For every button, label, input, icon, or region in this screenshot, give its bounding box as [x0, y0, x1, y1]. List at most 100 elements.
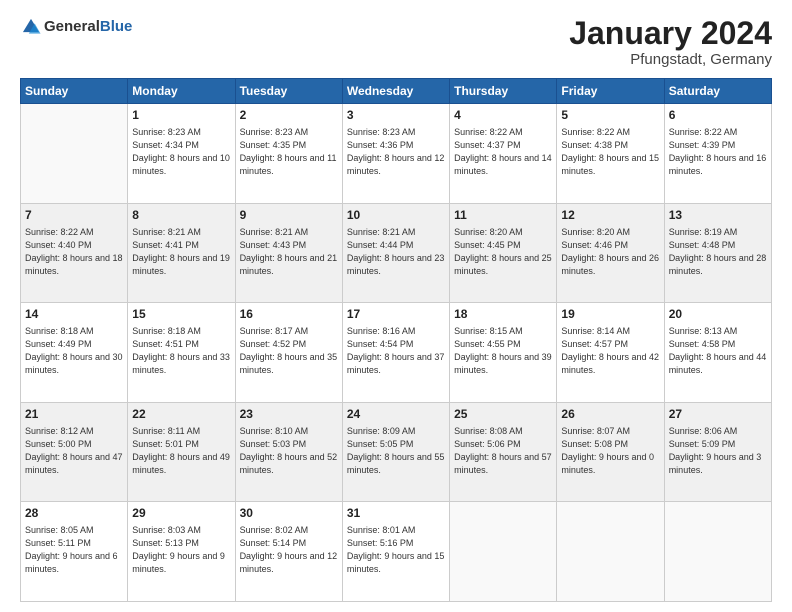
day-info: Sunrise: 8:15 AM Sunset: 4:55 PM Dayligh… [454, 325, 552, 377]
calendar-cell [557, 502, 664, 602]
day-info: Sunrise: 8:07 AM Sunset: 5:08 PM Dayligh… [561, 425, 659, 477]
day-number: 15 [132, 306, 230, 323]
day-number: 27 [669, 406, 767, 423]
day-number: 26 [561, 406, 659, 423]
day-info: Sunrise: 8:01 AM Sunset: 5:16 PM Dayligh… [347, 524, 445, 576]
day-info: Sunrise: 8:13 AM Sunset: 4:58 PM Dayligh… [669, 325, 767, 377]
day-number: 7 [25, 207, 123, 224]
day-number: 12 [561, 207, 659, 224]
calendar-cell: 29Sunrise: 8:03 AM Sunset: 5:13 PM Dayli… [128, 502, 235, 602]
day-info: Sunrise: 8:08 AM Sunset: 5:06 PM Dayligh… [454, 425, 552, 477]
day-info: Sunrise: 8:21 AM Sunset: 4:41 PM Dayligh… [132, 226, 230, 278]
calendar-cell: 5 Sunrise: 8:22 AM Sunset: 4:38 PM Daylig… [557, 104, 664, 204]
day-number: 24 [347, 406, 445, 423]
weekday-header-cell: Sunday [21, 79, 128, 104]
day-info: Sunrise: 8:22 AM Sunset: 4:39 PM Dayligh… [669, 126, 767, 178]
day-number: 1 [132, 107, 230, 124]
day-info: Sunrise: 8:22 AM Sunset: 4:37 PM Dayligh… [454, 126, 552, 178]
day-info: Sunrise: 8:10 AM Sunset: 5:03 PM Dayligh… [240, 425, 338, 477]
day-number: 20 [669, 306, 767, 323]
day-info: Sunrise: 8:23 AM Sunset: 4:35 PM Dayligh… [240, 126, 338, 178]
day-number: 16 [240, 306, 338, 323]
calendar-week-row: 21Sunrise: 8:12 AM Sunset: 5:00 PM Dayli… [21, 402, 772, 502]
title-block: January 2024 Pfungstadt, Germany [569, 16, 772, 68]
calendar-cell: 17 Sunrise: 8:16 AM Sunset: 4:54 PM Dayli… [342, 303, 449, 403]
day-number: 5 [561, 107, 659, 124]
calendar-cell: 27 Sunrise: 8:06 AM Sunset: 5:09 PM Dayli… [664, 402, 771, 502]
logo-general: General [44, 18, 100, 35]
weekday-header-cell: Friday [557, 79, 664, 104]
day-info: Sunrise: 8:09 AM Sunset: 5:05 PM Dayligh… [347, 425, 445, 477]
calendar-cell: 31 Sunrise: 8:01 AM Sunset: 5:16 PM Dayli… [342, 502, 449, 602]
calendar-cell: 7 Sunrise: 8:22 AM Sunset: 4:40 PM Daylig… [21, 203, 128, 303]
day-info: Sunrise: 8:20 AM Sunset: 4:46 PM Dayligh… [561, 226, 659, 278]
calendar-cell: 19 Sunrise: 8:14 AM Sunset: 4:57 PM Dayli… [557, 303, 664, 403]
calendar-week-row: 14 Sunrise: 8:18 AM Sunset: 4:49 PM Dayli… [21, 303, 772, 403]
day-number: 18 [454, 306, 552, 323]
day-info: Sunrise: 8:20 AM Sunset: 4:45 PM Dayligh… [454, 226, 552, 278]
day-number: 4 [454, 107, 552, 124]
logo-blue: Blue [100, 18, 133, 35]
day-info: Sunrise: 8:16 AM Sunset: 4:54 PM Dayligh… [347, 325, 445, 377]
day-info: Sunrise: 8:03 AM Sunset: 5:13 PM Dayligh… [132, 524, 230, 576]
month-title: January 2024 [569, 16, 772, 51]
day-number: 13 [669, 207, 767, 224]
day-info: Sunrise: 8:22 AM Sunset: 4:38 PM Dayligh… [561, 126, 659, 178]
day-info: Sunrise: 8:06 AM Sunset: 5:09 PM Dayligh… [669, 425, 767, 477]
day-number: 6 [669, 107, 767, 124]
calendar-cell: 23Sunrise: 8:10 AM Sunset: 5:03 PM Dayli… [235, 402, 342, 502]
day-number: 10 [347, 207, 445, 224]
day-number: 14 [25, 306, 123, 323]
day-number: 9 [240, 207, 338, 224]
day-number: 19 [561, 306, 659, 323]
weekday-header-cell: Thursday [450, 79, 557, 104]
day-number: 8 [132, 207, 230, 224]
calendar-cell [21, 104, 128, 204]
weekday-header-row: SundayMondayTuesdayWednesdayThursdayFrid… [21, 79, 772, 104]
calendar-cell: 16 Sunrise: 8:17 AM Sunset: 4:52 PM Dayli… [235, 303, 342, 403]
calendar-cell: 4 Sunrise: 8:22 AM Sunset: 4:37 PM Daylig… [450, 104, 557, 204]
calendar-cell [450, 502, 557, 602]
calendar-cell: 11 Sunrise: 8:20 AM Sunset: 4:45 PM Dayli… [450, 203, 557, 303]
day-info: Sunrise: 8:21 AM Sunset: 4:44 PM Dayligh… [347, 226, 445, 278]
weekday-header-cell: Monday [128, 79, 235, 104]
calendar-cell: 13 Sunrise: 8:19 AM Sunset: 4:48 PM Dayli… [664, 203, 771, 303]
calendar-cell: 1 Sunrise: 8:23 AM Sunset: 4:34 PM Daylig… [128, 104, 235, 204]
day-number: 31 [347, 505, 445, 522]
weekday-header-cell: Tuesday [235, 79, 342, 104]
logo-icon [20, 16, 42, 38]
day-number: 3 [347, 107, 445, 124]
calendar-body: 1 Sunrise: 8:23 AM Sunset: 4:34 PM Daylig… [21, 104, 772, 602]
calendar-cell: 30Sunrise: 8:02 AM Sunset: 5:14 PM Dayli… [235, 502, 342, 602]
day-info: Sunrise: 8:22 AM Sunset: 4:40 PM Dayligh… [25, 226, 123, 278]
page: GeneralBlue January 2024 Pfungstadt, Ger… [0, 0, 792, 612]
calendar-cell: 20 Sunrise: 8:13 AM Sunset: 4:58 PM Dayli… [664, 303, 771, 403]
day-info: Sunrise: 8:17 AM Sunset: 4:52 PM Dayligh… [240, 325, 338, 377]
day-number: 28 [25, 505, 123, 522]
day-info: Sunrise: 8:23 AM Sunset: 4:34 PM Dayligh… [132, 126, 230, 178]
day-info: Sunrise: 8:18 AM Sunset: 4:49 PM Dayligh… [25, 325, 123, 377]
day-info: Sunrise: 8:19 AM Sunset: 4:48 PM Dayligh… [669, 226, 767, 278]
calendar-cell: 26 Sunrise: 8:07 AM Sunset: 5:08 PM Dayli… [557, 402, 664, 502]
day-number: 21 [25, 406, 123, 423]
calendar-cell: 14 Sunrise: 8:18 AM Sunset: 4:49 PM Dayli… [21, 303, 128, 403]
weekday-header-cell: Wednesday [342, 79, 449, 104]
calendar-cell: 21Sunrise: 8:12 AM Sunset: 5:00 PM Dayli… [21, 402, 128, 502]
calendar-cell: 22Sunrise: 8:11 AM Sunset: 5:01 PM Dayli… [128, 402, 235, 502]
day-number: 17 [347, 306, 445, 323]
day-info: Sunrise: 8:23 AM Sunset: 4:36 PM Dayligh… [347, 126, 445, 178]
day-number: 11 [454, 207, 552, 224]
calendar-cell: 9Sunrise: 8:21 AM Sunset: 4:43 PM Daylig… [235, 203, 342, 303]
calendar-cell: 15Sunrise: 8:18 AM Sunset: 4:51 PM Dayli… [128, 303, 235, 403]
day-info: Sunrise: 8:02 AM Sunset: 5:14 PM Dayligh… [240, 524, 338, 576]
calendar-cell: 3 Sunrise: 8:23 AM Sunset: 4:36 PM Daylig… [342, 104, 449, 204]
day-number: 22 [132, 406, 230, 423]
calendar-week-row: 28Sunrise: 8:05 AM Sunset: 5:11 PM Dayli… [21, 502, 772, 602]
calendar-cell: 10 Sunrise: 8:21 AM Sunset: 4:44 PM Dayli… [342, 203, 449, 303]
calendar-cell: 25Sunrise: 8:08 AM Sunset: 5:06 PM Dayli… [450, 402, 557, 502]
calendar-cell: 6 Sunrise: 8:22 AM Sunset: 4:39 PM Daylig… [664, 104, 771, 204]
day-info: Sunrise: 8:14 AM Sunset: 4:57 PM Dayligh… [561, 325, 659, 377]
calendar-cell: 18 Sunrise: 8:15 AM Sunset: 4:55 PM Dayli… [450, 303, 557, 403]
calendar-cell [664, 502, 771, 602]
calendar-cell: 24 Sunrise: 8:09 AM Sunset: 5:05 PM Dayli… [342, 402, 449, 502]
